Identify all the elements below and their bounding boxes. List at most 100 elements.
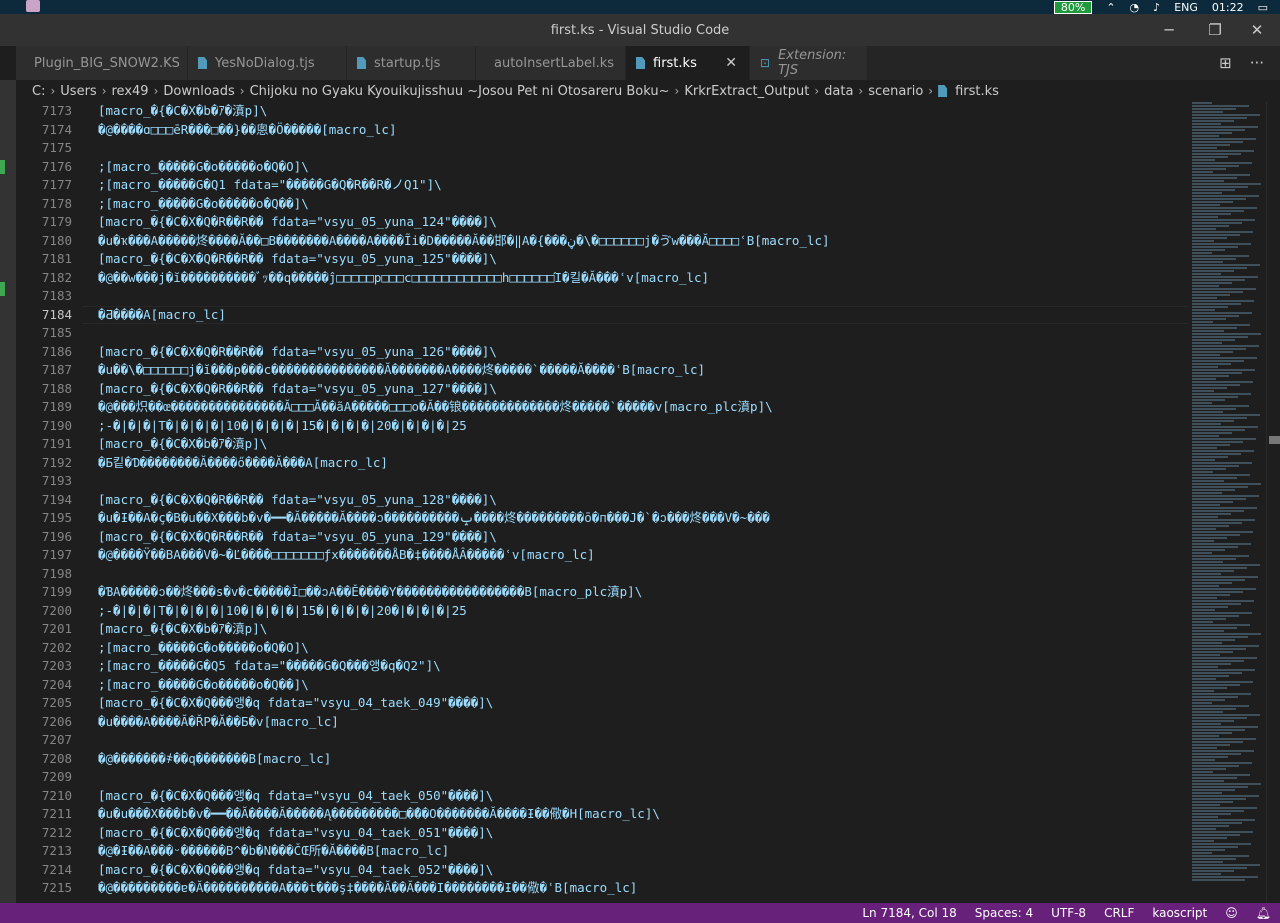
minimap-line <box>1192 753 1241 755</box>
end-of-line[interactable]: CRLF <box>1095 906 1143 920</box>
code-line[interactable]: ;-�|�|�|T�|�|�|�|10�|�|�|�|15�|�|�|�|20�… <box>98 417 467 436</box>
code-line[interactable]: �@��w���j�ĭ����������ﾞｯ��q�����ĵ□□□□□p□□… <box>98 269 709 288</box>
tab-startup[interactable]: startup.tjs <box>347 46 476 80</box>
code-line[interactable]: [macro_�{�C�X�Q���앵�q fdata="vsyu_04_tae… <box>98 787 493 806</box>
code-line[interactable]: [macro_�{�C�X�Q�R��R�� fdata="vsyu_05_yu… <box>98 491 497 510</box>
code-line[interactable]: �@�������҂��q�������B[macro_lc] <box>98 750 331 769</box>
tab-yesnodialog[interactable]: YesNoDialog.tjs <box>188 46 347 80</box>
encoding[interactable]: UTF-8 <box>1042 906 1095 920</box>
minimap-line <box>1192 588 1256 590</box>
line-number: 7201 <box>41 621 72 636</box>
chevron-right-icon: › <box>928 84 934 98</box>
breadcrumb-item[interactable]: first.ks <box>955 84 999 99</box>
code-line[interactable]: �u�u���X���b�v�━━��Ă����Ă�����Ą���������… <box>98 805 660 824</box>
minimize-button[interactable]: ─ <box>1146 14 1192 46</box>
code-line[interactable]: [macro_�{�C�X�Q�R��R�� fdata="vsyu_05_yu… <box>98 380 497 399</box>
chevron-right-icon: › <box>674 84 680 98</box>
code-line[interactable]: ;-�|�|�|T�|�|�|�|10�|�|�|�|15�|�|�|�|20�… <box>98 602 467 621</box>
code-line[interactable]: �@����ɑ□□□ēR���□��}��悤�Ö�����[macro_lc] <box>98 121 396 140</box>
bell-icon[interactable]: 🔔︎ <box>1247 906 1280 920</box>
breadcrumb-item[interactable]: data <box>824 84 853 99</box>
breadcrumb-item[interactable]: KrkrExtract_Output <box>684 84 809 99</box>
breadcrumb-item[interactable]: Users <box>60 84 96 99</box>
code-line[interactable]: [macro_�{�C�X�Q�R��R�� fdata="vsyu_05_yu… <box>98 250 497 269</box>
code-line[interactable]: ;[macro_�����G�Q1 fdata="�����G�Q�R��R�ノ… <box>98 176 442 195</box>
code-line[interactable]: �@����Ÿ��BA���V�~�Ľ����□□□□□□□ƒx�������Å… <box>98 546 595 565</box>
minimap-line <box>1192 804 1220 806</box>
code-line[interactable]: �u�ҡ���A�����炵����Ă��□B�������A����A����… <box>98 232 830 251</box>
code-line[interactable]: �u�Ɨ��A�ç�B�u��X���b�v�━━�Ă�����Ă����ↄ��… <box>98 509 770 528</box>
code-line[interactable]: [macro_�{�C�X�Q�R��R�� fdata="vsyu_05_yu… <box>98 213 497 232</box>
code-line[interactable]: [macro_�{�C�X�Q�R��R�� fdata="vsyu_05_yu… <box>98 343 497 362</box>
minimap-line <box>1192 105 1249 107</box>
code-line[interactable]: [macro_�{�C�X�b�ｱ�濆p]\ <box>98 102 267 121</box>
line-number: 7191 <box>41 436 72 451</box>
tab-plugin-big-snow2[interactable]: Plugin_BIG_SNOW2.KS <box>16 46 188 80</box>
close-window-button[interactable]: ✕ <box>1234 14 1280 46</box>
scrollbar-thumb[interactable] <box>1269 436 1280 444</box>
minimap-line <box>1192 594 1230 596</box>
breadcrumb-item[interactable]: C: <box>32 84 45 99</box>
network-icon[interactable]: ◔ <box>1130 1 1140 14</box>
taskbar-app-icon[interactable] <box>26 0 40 12</box>
tab-autoinsertlabel[interactable]: autoInsertLabel.ks <box>476 46 626 80</box>
chevron-up-icon[interactable]: ⌃ <box>1106 1 1115 14</box>
breadcrumb-item[interactable]: rex49 <box>112 84 149 99</box>
minimap-line <box>1192 216 1218 218</box>
language-indicator[interactable]: ENG <box>1174 1 1198 14</box>
minimap-line <box>1192 174 1250 176</box>
code-line[interactable]: ;[macro_�����G�o�����o�Q�O]\ <box>98 158 309 177</box>
minimap-line <box>1192 576 1258 578</box>
minimap-line <box>1192 858 1236 860</box>
tab-extension-tjs[interactable]: ⊡ Extension: TJS <box>750 46 868 80</box>
code-editor[interactable]: 7173 7174 7175 7176 7177 7178 7179 7180 7181 7182… <box>16 102 1188 903</box>
notification-icon[interactable]: ▭ <box>1258 1 1268 14</box>
code-line[interactable]: [macro_�{�C�X�Q�R��R�� fdata="vsyu_05_yu… <box>98 528 497 547</box>
restore-button[interactable]: ❐ <box>1192 14 1238 46</box>
more-actions-icon[interactable]: ··· <box>1250 54 1264 72</box>
minimap-line <box>1192 612 1252 614</box>
battery-indicator[interactable]: 80% <box>1053 0 1093 14</box>
code-line[interactable]: ;[macro_�����G�o�����o�Q�O]\ <box>98 639 309 658</box>
code-line[interactable]: �@���炽��œ���������������Ă□□□Ă��ãA�����□□… <box>98 398 773 417</box>
close-tab-icon[interactable]: ✕ <box>725 55 737 71</box>
minimap-line <box>1192 171 1213 173</box>
breadcrumb-item[interactable]: Downloads <box>163 84 234 99</box>
minimap-line <box>1192 357 1257 359</box>
code-line[interactable]: ;[macro_�����G�Q5 fdata="�����G�Q���앵�q�… <box>98 657 441 676</box>
code-line[interactable]: [macro_�{�C�X�b�ｱ�濆p]\ <box>98 435 267 454</box>
code-line[interactable]: �Б킽�Ɗ��������Ă����ő����Ă���A[macro_lc] <box>98 454 388 473</box>
code-line[interactable]: �u��\�□□□□□□j�ĭ���p���c���������������Ă�… <box>98 361 705 380</box>
line-number: 7192 <box>41 454 72 470</box>
code-line[interactable]: �u����A����Ă�ŘP�Ă��Ƃ�v[macro_lc] <box>98 713 339 732</box>
code-line[interactable]: [macro_�{�C�X�Q���앵�q fdata="vsyu_04_tae… <box>98 694 493 713</box>
clock[interactable]: 01:22 <box>1212 1 1244 14</box>
tab-first-ks[interactable]: first.ks ✕ <box>626 46 750 80</box>
minimap-line <box>1192 435 1219 437</box>
breadcrumb-item[interactable]: Chijoku no Gyaku Kyouikujisshuu ~Josou P… <box>250 84 670 99</box>
indentation[interactable]: Spaces: 4 <box>966 906 1042 920</box>
code-line[interactable]: �@�Ɨ��A���ᵕ������B^�b�N���ČŒ所�Ă����B[mac… <box>98 842 449 861</box>
code-line[interactable]: �Ƌ����A[macro_lc] <box>98 306 226 325</box>
cursor-position[interactable]: Ln 7184, Col 18 <box>853 906 965 920</box>
minimap-line <box>1192 459 1215 461</box>
code-line[interactable]: �ƁA�����ↄ��炵���s�v�c�����Ì□��ↄA��Ě����Y�… <box>98 583 642 602</box>
volume-icon[interactable]: ♪ <box>1153 1 1160 14</box>
minimap-line <box>1192 609 1215 611</box>
code-line[interactable]: ;[macro_�����G�o�����o�Q��]\ <box>98 676 309 695</box>
code-line[interactable]: [macro_�{�C�X�b�ｱ�濆p]\ <box>98 620 267 639</box>
feedback-icon[interactable]: ☺ <box>1216 906 1247 920</box>
minimap[interactable] <box>1188 102 1266 903</box>
breadcrumb-item[interactable]: scenario <box>868 84 923 99</box>
minimap-line <box>1192 465 1239 467</box>
code-line[interactable]: [macro_�{�C�X�Q���앵�q fdata="vsyu_04_tae… <box>98 824 493 843</box>
vertical-scrollbar[interactable] <box>1266 102 1280 903</box>
minimap-line <box>1192 480 1224 482</box>
code-line[interactable]: [macro_�{�C�X�Q���앵�q fdata="vsyu_04_tae… <box>98 861 493 880</box>
code-line[interactable]: �@���������ɐ�Ă������̂����A���t���ş‡����Ă… <box>98 879 637 898</box>
language-mode[interactable]: kaoscript <box>1143 906 1216 920</box>
code-area[interactable]: [macro_�{�C�X�b�ｱ�濆p]\ �@����ɑ□□□ēR���□��… <box>98 102 1188 903</box>
code-line[interactable]: ;[macro_�����G�o�����o�Q��]\ <box>98 195 309 214</box>
split-editor-icon[interactable]: ⊞ <box>1219 54 1232 72</box>
minimap-line <box>1192 591 1243 593</box>
